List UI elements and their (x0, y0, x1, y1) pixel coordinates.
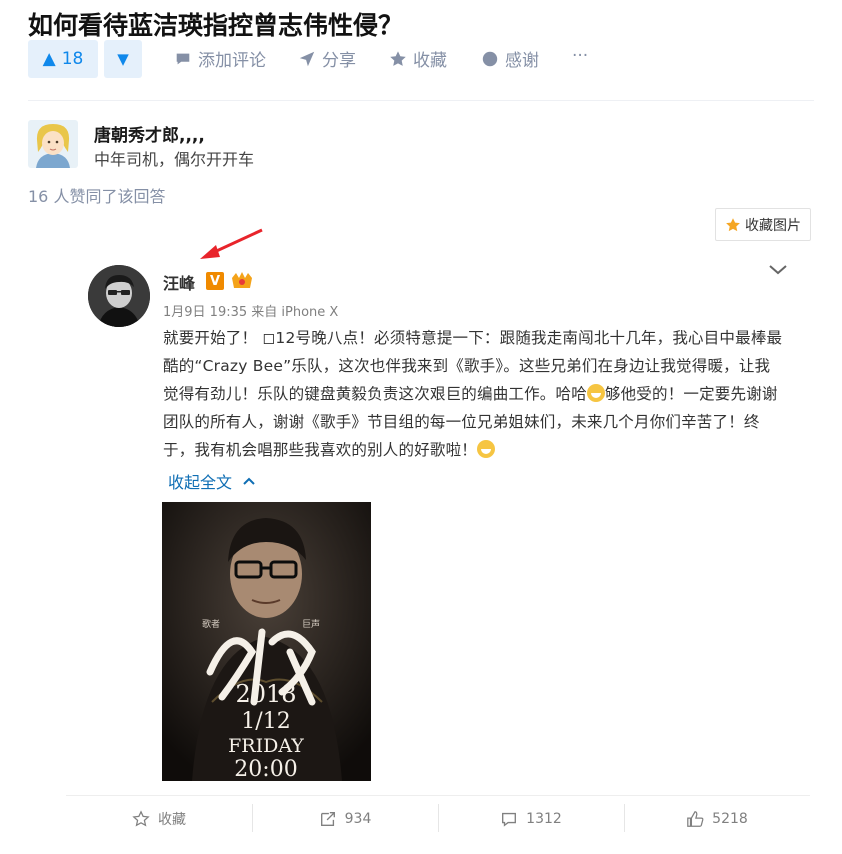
poster-year: 2018 (235, 680, 296, 708)
weibo-post-text: 就要开始了！ ◻12号晚八点！必须特意提一下：跟随我走南闯北十几年，我心目中最棒… (163, 324, 783, 464)
more-button[interactable]: ··· (572, 46, 588, 66)
concert-poster-image[interactable]: 歌者 巨声 2018 1/12 FRIDAY 20:00 (162, 502, 371, 781)
upvoter-count[interactable]: 16 人赞同了该回答 (28, 183, 165, 207)
save-image-label: 收藏图片 (745, 217, 801, 234)
weibo-post-meta: 1月9日 19:35 来自 iPhone X (163, 305, 339, 320)
collect-button[interactable]: 收藏 (389, 46, 447, 71)
heart-icon (482, 51, 498, 66)
add-comment-label: 添加评论 (198, 51, 266, 71)
red-arrow-icon (200, 228, 263, 259)
poster-label-right: 巨声 (302, 618, 320, 630)
upvote-button[interactable]: ▲ 18 (28, 40, 98, 78)
weibo-repost-button[interactable]: 934 (252, 796, 438, 842)
thanks-label: 感谢 (505, 51, 539, 71)
verified-v-badge: V (206, 272, 224, 290)
poster-date: 1/12 (241, 709, 290, 734)
comment-bubble-icon (502, 812, 517, 827)
weibo-avatar[interactable] (88, 265, 150, 327)
share-icon (299, 51, 315, 66)
poster-time: 20:00 (234, 757, 297, 781)
laugh-emoji-icon (586, 384, 605, 402)
author-name[interactable]: 唐朝秀才郎,,,, (94, 121, 205, 146)
weibo-repost-count: 934 (344, 811, 372, 827)
thumbs-up-icon (687, 811, 704, 827)
author-bio: 中年司机，偶尔开开车 (94, 150, 255, 169)
question-title: 如何看待蓝洁瑛指控曾志伟性侵？ (28, 11, 404, 40)
member-crown-icon (232, 272, 252, 288)
more-icon: ··· (572, 46, 589, 66)
add-comment-button[interactable]: 添加评论 (174, 46, 266, 71)
weibo-like-button[interactable]: 5218 (624, 796, 810, 842)
repost-icon (320, 812, 335, 826)
poster-day: FRIDAY (228, 735, 304, 757)
divider (28, 100, 814, 101)
weibo-action-footer: 收藏 934 1312 5218 (66, 795, 810, 842)
save-image-button[interactable]: 收藏图片 (715, 208, 811, 241)
arrow-up-icon: ▲ (42, 49, 56, 69)
thanks-button[interactable]: 感谢 (481, 46, 539, 71)
author-avatar[interactable] (28, 120, 78, 168)
star-icon (726, 217, 740, 231)
star-icon (390, 50, 406, 66)
chevron-down-icon[interactable] (766, 260, 790, 280)
weibo-comment-count: 1312 (526, 811, 562, 827)
vote-count: 18 (61, 49, 84, 69)
poster-label-left: 歌者 (202, 618, 220, 630)
comment-icon (176, 53, 190, 64)
collapse-full-text-link[interactable]: 收起全文 (168, 469, 256, 493)
weibo-like-count: 5218 (712, 811, 748, 827)
chevron-up-icon (243, 477, 255, 485)
star-outline-icon (132, 810, 150, 827)
share-label: 分享 (322, 51, 356, 71)
weibo-collect-button[interactable]: 收藏 (66, 796, 252, 842)
collect-label: 收藏 (413, 51, 447, 71)
weibo-comment-button[interactable]: 1312 (438, 796, 624, 842)
weibo-collect-label: 收藏 (158, 812, 186, 828)
weibo-username[interactable]: 汪峰 (163, 270, 195, 294)
grin-emoji-icon (477, 440, 496, 458)
share-button[interactable]: 分享 (298, 46, 356, 71)
downvote-button[interactable]: ▼ (104, 40, 142, 78)
collapse-label: 收起全文 (168, 473, 233, 492)
arrow-down-icon: ▼ (117, 50, 129, 68)
